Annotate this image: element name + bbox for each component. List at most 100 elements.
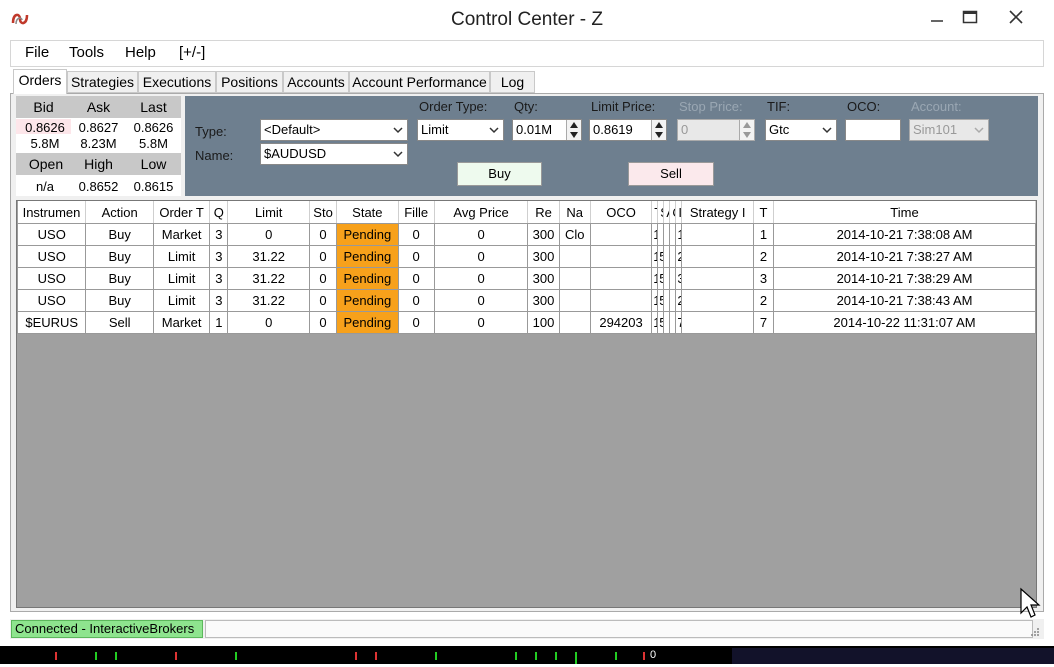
table-cell: Limit [152, 267, 211, 290]
grid-column-header[interactable]: Action [85, 201, 154, 224]
table-row[interactable]: USOBuyLimit331.220Pending0030015222014-1… [16, 289, 1036, 312]
grid-column-header[interactable]: Re [527, 201, 560, 224]
table-cell: 300 [527, 267, 560, 290]
table-cell: 0 [308, 267, 338, 290]
high-value: 0.8652 [78, 179, 119, 194]
close-button[interactable] [996, 4, 1036, 30]
grid-column-header[interactable]: Q [209, 201, 229, 224]
maximize-button[interactable] [950, 4, 990, 30]
window-title: Control Center - Z [450, 9, 604, 30]
tab-accounts[interactable]: Accounts [283, 71, 349, 93]
grid-column-header[interactable]: Order T [153, 201, 211, 224]
type-select[interactable]: <Default> [260, 119, 408, 141]
orders-table: Instrumen Action Order T Q Limit Sto State Fill… [16, 201, 1036, 334]
order-type-label: Order Type: [419, 99, 488, 114]
grid-column-header[interactable]: Instrumen [17, 201, 87, 224]
table-cell: Buy [85, 245, 154, 268]
table-cell: Limit [152, 245, 211, 268]
table-row[interactable]: USOBuyLimit331.220Pending0030015332014-1… [16, 267, 1036, 290]
sell-button[interactable]: Sell [628, 162, 714, 186]
table-cell: 0 [308, 245, 338, 268]
stop-price-spinner[interactable] [739, 120, 754, 140]
tab-positions[interactable]: Positions [216, 71, 283, 93]
chevron-down-icon [822, 127, 832, 134]
table-cell: 1 [752, 223, 775, 246]
grid-column-header[interactable]: Sto [309, 201, 338, 224]
table-cell [558, 245, 591, 268]
grid-column-header[interactable]: Limit [227, 201, 310, 224]
qty-spinner[interactable] [566, 120, 581, 140]
grid-header-row: Instrumen Action Order T Q Limit Sto State Fill… [17, 201, 1036, 224]
table-row[interactable]: USOBuyLimit331.220Pending0030015222014-1… [16, 245, 1036, 268]
grid-column-header[interactable]: Na [559, 201, 591, 224]
table-row[interactable]: USOBuyMarket300Pending00300Clo1112014-10… [16, 223, 1036, 246]
table-cell: 300 [527, 289, 560, 312]
table-cell: Market [152, 223, 211, 246]
table-cell: 1 [209, 311, 229, 334]
grid-column-header[interactable]: Time [773, 201, 1036, 224]
last-header: Last [140, 99, 167, 115]
table-cell: 31.22 [227, 267, 310, 290]
buy-button[interactable]: Buy [457, 162, 542, 186]
table-cell [681, 289, 754, 312]
stop-price-input[interactable]: 0 [677, 119, 755, 141]
table-cell: 2014-10-22 11:31:07 AM [773, 311, 1036, 334]
table-cell: Buy [85, 289, 154, 312]
last-size: 5.8M [139, 136, 168, 151]
table-cell: 2 [752, 289, 775, 312]
limit-price-label: Limit Price: [591, 99, 656, 114]
table-cell: 31.22 [227, 289, 310, 312]
table-cell: Pending [336, 289, 399, 312]
tab-account-performance[interactable]: Account Performance [349, 71, 490, 93]
oco-input[interactable] [845, 119, 901, 141]
resize-grip-icon[interactable] [1030, 625, 1040, 640]
table-cell: 2014-10-21 7:38:08 AM [773, 223, 1036, 246]
qty-label: Qty: [514, 99, 538, 114]
arrow-up-icon [655, 122, 663, 128]
grid-column-header[interactable]: Strategy I [681, 201, 754, 224]
name-label: Name: [195, 148, 234, 163]
table-cell: Pending [336, 311, 399, 334]
table-cell: 300 [527, 223, 560, 246]
oco-label: OCO: [847, 99, 881, 114]
menu-help[interactable]: Help [125, 44, 156, 61]
table-cell: USO [16, 267, 87, 290]
tab-orders[interactable]: Orders [13, 69, 67, 94]
menu-toggle[interactable]: [+/-] [179, 44, 205, 61]
limit-price-input[interactable]: 0.8619 [589, 119, 667, 141]
grid-column-header[interactable]: Fille [398, 201, 435, 224]
table-cell [681, 267, 754, 290]
account-select[interactable]: Sim101 [909, 119, 989, 141]
grid-column-header[interactable]: OCO [590, 201, 653, 224]
high-header: High [84, 156, 113, 172]
table-cell: Market [152, 311, 211, 334]
table-cell: Pending [336, 267, 399, 290]
order-type-select[interactable]: Limit [417, 119, 504, 141]
last-price: 0.8626 [133, 120, 174, 135]
table-cell: 0 [397, 245, 435, 268]
grid-column-header[interactable]: T [753, 201, 775, 224]
tif-select[interactable]: Gtc [765, 119, 837, 141]
menu-tools[interactable]: Tools [69, 44, 104, 61]
stop-price-label: Stop Price: [679, 99, 743, 114]
tab-strategies[interactable]: Strategies [67, 71, 138, 93]
instrument-select[interactable]: $AUDUSD [260, 143, 408, 165]
arrow-down-icon [655, 132, 663, 138]
grid-column-header[interactable]: State [336, 201, 399, 224]
tab-log[interactable]: Log [490, 71, 535, 93]
limit-price-spinner[interactable] [651, 120, 666, 140]
ask-size: 8.23M [80, 136, 117, 151]
arrow-up-icon [743, 122, 751, 128]
table-row[interactable]: $EURUSSellMarket100Pending00100294203157… [16, 311, 1036, 334]
table-cell: 0 [227, 311, 310, 334]
tick-strip [0, 646, 1054, 664]
low-value: 0.8615 [133, 179, 174, 194]
menu-file[interactable]: File [25, 44, 49, 61]
tab-executions[interactable]: Executions [138, 71, 216, 93]
qty-input[interactable]: 0.01M [512, 119, 582, 141]
table-cell: 0 [308, 223, 338, 246]
orders-grid: Instrumen Action Order T Q Limit Sto State Fill… [16, 200, 1037, 608]
table-cell: $EURUS [16, 311, 87, 334]
grid-column-header[interactable]: Avg Price [434, 201, 529, 224]
arrow-down-icon [570, 132, 578, 138]
